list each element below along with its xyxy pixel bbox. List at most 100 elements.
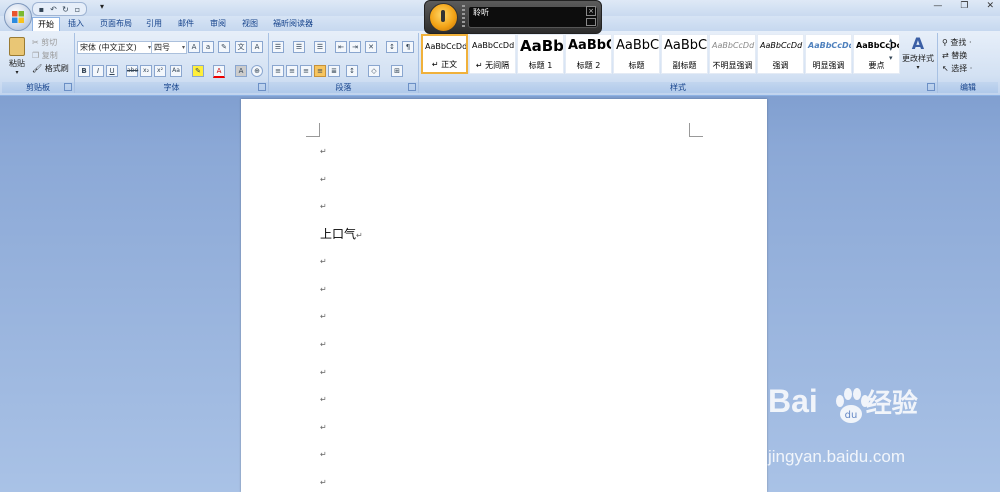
restore-button[interactable]: ❐: [960, 1, 968, 11]
paragraph-mark: ↵: [320, 423, 327, 432]
change-case-button[interactable]: Aa: [170, 65, 182, 77]
style-normal[interactable]: AaBbCcDd ↵ 正文: [421, 34, 468, 74]
office-button[interactable]: [4, 3, 32, 31]
superscript-button[interactable]: x²: [154, 65, 166, 77]
undo-icon[interactable]: ↶: [49, 5, 58, 14]
clear-format-icon[interactable]: ✎: [218, 41, 230, 53]
paragraph-label: 段落: [269, 82, 418, 93]
tab-review[interactable]: 审阅: [205, 17, 231, 31]
copy-icon: ❐: [32, 51, 40, 60]
multilevel-list-icon[interactable]: ☰: [314, 41, 326, 53]
italic-button[interactable]: I: [92, 65, 104, 77]
highlight-icon[interactable]: ✎: [192, 65, 204, 77]
chinese-layout-icon[interactable]: ✕: [365, 41, 377, 53]
select-button[interactable]: ↖ 选择 ·: [942, 63, 972, 74]
style-subtitle[interactable]: AaBbC 副标题: [661, 34, 708, 74]
tab-view[interactable]: 视图: [237, 17, 263, 31]
tab-page-layout[interactable]: 页面布局: [95, 17, 137, 31]
subscript-button[interactable]: x₂: [140, 65, 152, 77]
replace-button[interactable]: ⇄ 替换: [942, 50, 967, 61]
tab-insert[interactable]: 插入: [63, 17, 89, 31]
enclose-char-icon[interactable]: ⊕: [251, 65, 263, 77]
close-speech-button[interactable]: ×: [586, 6, 596, 16]
paragraph-mark: ↵: [320, 202, 327, 211]
close-button[interactable]: ✕: [986, 1, 994, 11]
scissors-icon: ✂: [32, 38, 39, 47]
distributed-icon[interactable]: ≣: [328, 65, 340, 77]
char-shading-icon[interactable]: A: [235, 65, 247, 77]
paragraph-mark: ↵: [320, 340, 327, 349]
paragraph-mark: ↵: [320, 285, 327, 294]
underline-button[interactable]: U: [106, 65, 118, 77]
ribbon: 粘贴 ▾ ✂ 剪切 ❐ 复制 🖌 格式刷 剪贴板 宋体 (中文正文) ▾ 四号 ▾ …: [0, 31, 1000, 96]
line-spacing-icon[interactable]: ↕: [346, 65, 358, 77]
bullets-icon[interactable]: ☰: [272, 41, 284, 53]
styles-gallery: AaBbCcDd ↵ 正文 AaBbCcDd ↵ 无间隔 AaBb 标题 1 A…: [421, 34, 901, 74]
paste-button[interactable]: 粘贴 ▾: [6, 37, 28, 76]
style-no-spacing[interactable]: AaBbCcDd ↵ 无间隔: [469, 34, 516, 74]
style-title[interactable]: AaBbC 标题: [613, 34, 660, 74]
shrink-font-icon[interactable]: a: [202, 41, 214, 53]
bold-button[interactable]: B: [78, 65, 90, 77]
paragraph-mark: ↵: [320, 395, 327, 404]
editing-group: ⚲ 查找 · ⇄ 替换 ↖ 选择 · 编辑: [938, 33, 998, 93]
margin-corner-top-left: [306, 123, 320, 137]
tab-foxit-reader[interactable]: 福昕阅读器: [268, 17, 318, 31]
paragraph-mark: ↵: [320, 478, 327, 487]
window-controls: — ❐ ✕: [933, 1, 994, 11]
minimize-button[interactable]: —: [933, 1, 942, 11]
paragraph-mark: ↵: [320, 312, 327, 321]
find-button[interactable]: ⚲ 查找 ·: [942, 37, 972, 48]
format-painter-button[interactable]: 🖌 格式刷: [32, 63, 69, 74]
paragraph-launcher-icon[interactable]: [408, 83, 416, 91]
paw-icon: du: [836, 388, 869, 423]
style-subtle-emphasis[interactable]: AaBbCcDd 不明显强调: [709, 34, 756, 74]
style-heading-1[interactable]: AaBb 标题 1: [517, 34, 564, 74]
document-text-line[interactable]: 上口气↵: [320, 225, 363, 242]
align-right-icon[interactable]: ≡: [300, 65, 312, 77]
style-heading-2[interactable]: AaBbC 标题 2: [565, 34, 612, 74]
print-preview-icon[interactable]: ▫: [73, 5, 82, 14]
justify-icon[interactable]: ≡: [314, 65, 326, 77]
font-launcher-icon[interactable]: [258, 83, 266, 91]
borders-icon[interactable]: ⊞: [391, 65, 403, 77]
paragraph-mark: ↵: [320, 257, 327, 266]
drag-handle[interactable]: [462, 5, 465, 27]
sort-icon[interactable]: ↕: [386, 41, 398, 53]
paragraph-mark: ↵: [320, 175, 327, 184]
change-styles-button[interactable]: A 更改样式 ▾: [900, 34, 936, 71]
tab-references[interactable]: 引用: [141, 17, 167, 31]
show-marks-icon[interactable]: ¶: [402, 41, 414, 53]
font-color-icon[interactable]: A: [213, 65, 225, 78]
tab-mailings[interactable]: 邮件: [173, 17, 199, 31]
strikethrough-button[interactable]: abe: [126, 65, 138, 77]
redo-icon[interactable]: ↻: [61, 5, 70, 14]
save-icon[interactable]: ▪: [37, 5, 46, 14]
document-page[interactable]: ↵ ↵ ↵ 上口气↵ ↵ ↵ ↵ ↵ ↵ ↵ ↵ ↵ ↵: [241, 99, 767, 492]
copy-button[interactable]: ❐ 复制: [32, 50, 58, 61]
customize-qat-icon[interactable]: ▾: [100, 2, 104, 11]
minimize-speech-button[interactable]: [586, 18, 596, 26]
font-name-select[interactable]: 宋体 (中文正文) ▾: [77, 41, 153, 54]
style-intense-emphasis[interactable]: AaBbCcDd 明显强调: [805, 34, 852, 74]
char-border-icon[interactable]: A: [251, 41, 263, 53]
cut-button[interactable]: ✂ 剪切: [32, 37, 57, 48]
phonetic-guide-icon[interactable]: 文: [235, 41, 247, 53]
align-center-icon[interactable]: ≡: [286, 65, 298, 77]
style-emphasis[interactable]: AaBbCcDd 强调: [757, 34, 804, 74]
styles-launcher-icon[interactable]: [927, 83, 935, 91]
speech-recognition-bar: 聆听 ×: [424, 0, 602, 34]
font-size-select[interactable]: 四号 ▾: [151, 41, 187, 54]
decrease-indent-icon[interactable]: ⇤: [335, 41, 347, 53]
increase-indent-icon[interactable]: ⇥: [349, 41, 361, 53]
styles-label: 样式: [419, 82, 937, 93]
tab-home[interactable]: 开始: [32, 17, 60, 32]
grow-font-icon[interactable]: A: [188, 41, 200, 53]
align-left-icon[interactable]: ≡: [272, 65, 284, 77]
microphone-button[interactable]: [429, 3, 458, 32]
gallery-scroll[interactable]: ▴ ▾ ▾: [889, 36, 893, 63]
numbering-icon[interactable]: ☰: [293, 41, 305, 53]
shading-icon[interactable]: ◇: [368, 65, 380, 77]
paragraph-mark: ↵: [320, 147, 327, 156]
clipboard-launcher-icon[interactable]: [64, 83, 72, 91]
